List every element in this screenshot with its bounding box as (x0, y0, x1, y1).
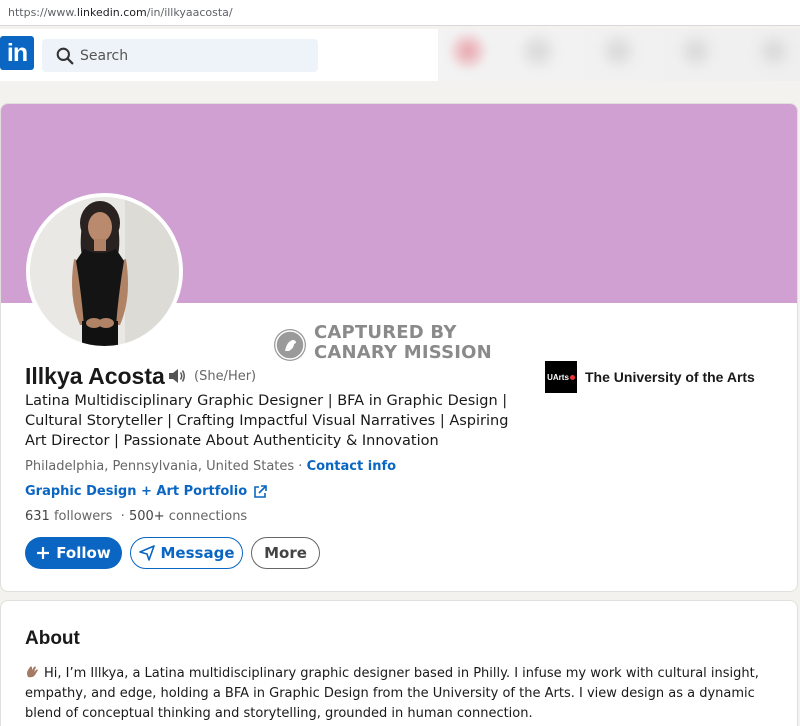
linkedin-logo[interactable]: in (0, 36, 34, 70)
about-text-block: Hi, I’m Illkya, a Latina multidisciplina… (25, 664, 781, 724)
education-organization[interactable]: UArts The University of the Arts (545, 361, 755, 393)
contact-info-link[interactable]: Contact info (307, 459, 396, 474)
blurred-nav-icon (678, 33, 714, 69)
pronouns: (She/Her) (194, 369, 257, 384)
followers-label: followers (49, 509, 113, 524)
search-input[interactable] (80, 39, 310, 72)
profile-card: CAPTURED BY CANARY MISSION Illkya Acosta… (0, 103, 798, 592)
canary-watermark: CAPTURED BY CANARY MISSION (274, 323, 504, 367)
portfolio-label: Graphic Design + Art Portfolio (25, 484, 248, 499)
watermark-line-2: CANARY MISSION (314, 342, 492, 363)
watermark-line-1: CAPTURED BY (314, 322, 457, 343)
wave-emoji-icon (27, 666, 38, 678)
blurred-nav-icon (756, 33, 792, 69)
location-text: Philadelphia, Pennsylvania, United State… (25, 459, 295, 474)
blurred-nav-icon (520, 33, 556, 69)
followers-count: 631 (25, 509, 50, 524)
address-bar[interactable]: https://www.linkedin.com/in/illkyaacosta… (0, 0, 800, 26)
url-host: linkedin.com (76, 6, 147, 19)
connections-label[interactable]: connections (165, 509, 247, 524)
organization-name: The University of the Arts (585, 369, 755, 385)
canary-icon (274, 329, 306, 361)
url-prefix: https://www. (8, 6, 77, 19)
search-box[interactable] (42, 39, 318, 72)
about-title: About (25, 628, 80, 649)
speaker-icon[interactable] (167, 367, 187, 385)
followers-line: 631 followers · 500+ connections (25, 509, 247, 524)
follow-button[interactable]: Follow (25, 537, 122, 569)
message-button[interactable]: Message (130, 537, 243, 569)
profile-headline: Latina Multidisciplinary Graphic Designe… (25, 393, 509, 449)
profile-name: Illkya Acosta (25, 363, 165, 389)
blurred-nav-icon (450, 33, 486, 69)
more-button[interactable]: More (251, 537, 320, 569)
blurred-nav-items (438, 29, 800, 81)
blurred-nav-icon (600, 33, 636, 69)
about-text: Hi, I’m Illkya, a Latina multidisciplina… (25, 666, 759, 721)
about-section: About Hi, I’m Illkya, a Latina multidisc… (0, 600, 798, 726)
avatar-photo (30, 197, 179, 346)
search-icon (56, 47, 74, 65)
plus-icon (37, 547, 50, 559)
follow-label: Follow (56, 544, 111, 562)
connections-separator: · (112, 509, 129, 524)
watermark-text: CAPTURED BY CANARY MISSION (314, 323, 492, 363)
external-link-icon (254, 484, 267, 498)
portfolio-link[interactable]: Graphic Design + Art Portfolio (25, 484, 267, 499)
url-path: /in/illkyaacosta/ (146, 6, 233, 19)
send-icon (138, 545, 155, 561)
more-label: More (264, 544, 307, 562)
connections-count[interactable]: 500+ (129, 509, 165, 524)
location-separator: · (294, 459, 307, 474)
uarts-logo-text: UArts (547, 372, 569, 382)
uarts-logo: UArts (545, 361, 577, 393)
location-line: Philadelphia, Pennsylvania, United State… (25, 459, 396, 474)
message-label: Message (160, 544, 235, 562)
top-nav: in (0, 29, 800, 81)
profile-avatar[interactable] (26, 193, 183, 350)
